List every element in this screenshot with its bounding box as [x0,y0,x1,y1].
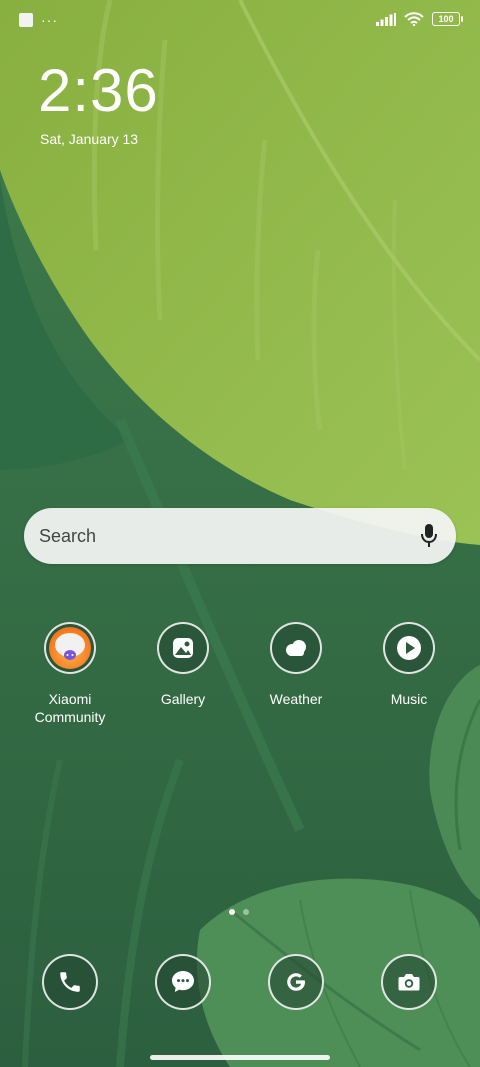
page-indicator [229,909,249,915]
dock-messages-button[interactable] [155,954,211,1010]
home-gesture-bar[interactable] [150,1055,330,1060]
xiaomi-community-icon [44,622,96,674]
search-label: Search [39,526,97,546]
status-bar: ··· 100 [0,0,480,40]
camera-icon [398,974,420,991]
music-icon [383,622,435,674]
google-icon [287,973,305,991]
app-weather[interactable]: Weather [241,622,351,708]
wifi-icon [404,12,424,26]
app-label-xiaomi-community: Xiaomi Community [34,691,106,725]
messages-icon [172,971,194,992]
app-label-gallery: Gallery [160,691,206,707]
signal-icon [376,12,396,26]
status-bar-right: 100 [376,12,463,26]
dock-phone-button[interactable] [42,954,98,1010]
page-dot-active [229,909,235,915]
more-notifications-indicator: ··· [41,12,58,28]
page-dot [243,909,249,915]
app-xiaomi-community[interactable]: Xiaomi Community [15,622,125,726]
weather-icon [270,622,322,674]
app-music[interactable]: Music [354,622,464,708]
app-label-weather: Weather [269,691,323,707]
search-bar[interactable]: Search [24,508,456,564]
microphone-icon[interactable] [420,523,438,549]
battery-icon: 100 [432,12,463,26]
status-bar-left: ··· [19,13,58,27]
clock-time[interactable]: 2:36 [38,58,159,124]
app-gallery[interactable]: Gallery [128,622,238,708]
dock-camera-button[interactable] [381,954,437,1010]
gallery-icon [157,622,209,674]
dock-google-button[interactable] [268,954,324,1010]
clock-date[interactable]: Sat, January 13 [40,131,138,147]
phone-icon [60,972,80,992]
notification-icon [19,13,33,27]
app-label-music: Music [390,691,428,707]
